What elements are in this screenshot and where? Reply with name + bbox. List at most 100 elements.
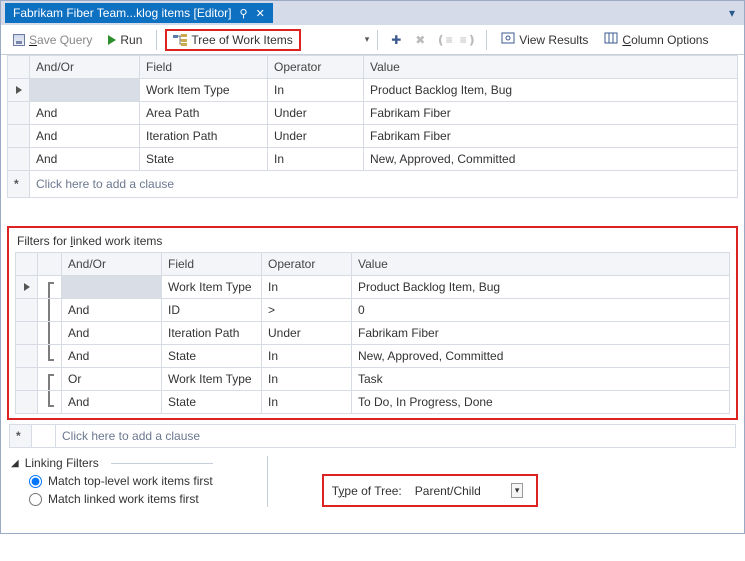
group-bracket: [38, 322, 62, 345]
cell-value[interactable]: Task: [352, 368, 730, 391]
cell-andor[interactable]: And: [62, 391, 162, 414]
linking-filters-title[interactable]: ◢ Linking Filters: [11, 456, 213, 470]
row-selector[interactable]: [16, 276, 38, 299]
hdr-andor[interactable]: And/Or: [30, 56, 140, 79]
hdr-andor[interactable]: And/Or: [62, 253, 162, 276]
clause-row[interactable]: Or Work Item Type In Task: [16, 368, 730, 391]
radio-match-linked-input[interactable]: [29, 493, 42, 506]
cell-operator[interactable]: Under: [262, 322, 352, 345]
cell-andor[interactable]: [62, 276, 162, 299]
radio-match-linked-label: Match linked work items first: [48, 492, 199, 506]
cell-value[interactable]: New, Approved, Committed: [364, 148, 738, 171]
new-row-marker: *: [10, 425, 32, 448]
cell-field[interactable]: Work Item Type: [140, 79, 268, 102]
cell-field[interactable]: ID: [162, 299, 262, 322]
cell-value[interactable]: Product Backlog Item, Bug: [352, 276, 730, 299]
clause-row[interactable]: And Area Path Under Fabrikam Fiber: [8, 102, 738, 125]
cell-andor[interactable]: And: [30, 148, 140, 171]
radio-match-linked[interactable]: Match linked work items first: [29, 492, 213, 506]
clause-row[interactable]: And State In New, Approved, Committed: [16, 345, 730, 368]
cell-andor[interactable]: And: [62, 299, 162, 322]
play-icon: [108, 35, 116, 45]
editor-tab[interactable]: Fabrikam Fiber Team...klog items [Editor…: [5, 3, 273, 23]
ungroup-clause-button[interactable]: ≡❫: [458, 30, 478, 50]
cell-operator[interactable]: In: [262, 368, 352, 391]
hdr-value[interactable]: Value: [352, 253, 730, 276]
cell-value[interactable]: Product Backlog Item, Bug: [364, 79, 738, 102]
cell-field[interactable]: Work Item Type: [162, 368, 262, 391]
group-bracket: [38, 368, 62, 391]
add-clause-hint[interactable]: Click here to add a clause: [30, 171, 738, 198]
header-row: And/Or Field Operator Value: [8, 56, 738, 79]
cell-field[interactable]: Iteration Path: [140, 125, 268, 148]
group-bracket: [38, 276, 62, 299]
cell-operator[interactable]: Under: [268, 125, 364, 148]
cell-value[interactable]: Fabrikam Fiber: [364, 125, 738, 148]
cell-operator[interactable]: In: [268, 79, 364, 102]
hdr-operator[interactable]: Operator: [268, 56, 364, 79]
row-selector[interactable]: [8, 148, 30, 171]
cell-andor[interactable]: And: [30, 125, 140, 148]
cell-andor[interactable]: And: [30, 102, 140, 125]
cell-field[interactable]: State: [162, 345, 262, 368]
group-bracket: [38, 391, 62, 414]
tab-overflow-button[interactable]: ▾: [724, 5, 740, 21]
cell-field[interactable]: State: [140, 148, 268, 171]
row-selector[interactable]: [8, 102, 30, 125]
hdr-value[interactable]: Value: [364, 56, 738, 79]
cell-operator[interactable]: In: [262, 391, 352, 414]
clause-row[interactable]: And Iteration Path Under Fabrikam Fiber: [16, 322, 730, 345]
add-clause-row[interactable]: * Click here to add a clause: [8, 171, 738, 198]
clause-row[interactable]: And State In New, Approved, Committed: [8, 148, 738, 171]
cell-field[interactable]: Iteration Path: [162, 322, 262, 345]
add-clause-row[interactable]: * Click here to add a clause: [10, 425, 736, 448]
cell-andor[interactable]: And: [62, 322, 162, 345]
group-clause-button[interactable]: ❪≡: [434, 30, 454, 50]
cell-andor[interactable]: And: [62, 345, 162, 368]
cell-operator[interactable]: Under: [268, 102, 364, 125]
radio-match-top-input[interactable]: [29, 475, 42, 488]
cell-operator[interactable]: In: [262, 345, 352, 368]
close-icon[interactable]: ✕: [256, 7, 265, 20]
tree-mode-dropdown[interactable]: ▾: [365, 34, 370, 45]
cell-operator[interactable]: >: [262, 299, 352, 322]
cell-value[interactable]: To Do, In Progress, Done: [352, 391, 730, 414]
cell-field[interactable]: Work Item Type: [162, 276, 262, 299]
top-filter-grid: And/Or Field Operator Value Work Item Ty…: [7, 55, 738, 198]
vertical-separator: [267, 456, 268, 507]
clause-row[interactable]: And Iteration Path Under Fabrikam Fiber: [8, 125, 738, 148]
row-selector[interactable]: [8, 125, 30, 148]
radio-match-top[interactable]: Match top-level work items first: [29, 474, 213, 488]
hdr-operator[interactable]: Operator: [262, 253, 352, 276]
remove-clause-button[interactable]: ✖: [410, 30, 430, 50]
clause-row[interactable]: Work Item Type In Product Backlog Item, …: [16, 276, 730, 299]
column-options-button[interactable]: Column Options: [598, 29, 714, 50]
view-results-button[interactable]: View Results: [495, 29, 594, 50]
cell-field[interactable]: State: [162, 391, 262, 414]
cell-field[interactable]: Area Path: [140, 102, 268, 125]
cell-value[interactable]: New, Approved, Committed: [352, 345, 730, 368]
add-clause-hint[interactable]: Click here to add a clause: [56, 425, 736, 448]
clause-row[interactable]: And State In To Do, In Progress, Done: [16, 391, 730, 414]
cell-operator[interactable]: In: [262, 276, 352, 299]
add-clause-button[interactable]: ✚: [386, 30, 406, 50]
cell-operator[interactable]: In: [268, 148, 364, 171]
clause-row[interactable]: And ID > 0: [16, 299, 730, 322]
linked-clauses-table: And/Or Field Operator Value Work Item Ty…: [15, 252, 730, 414]
save-query-button[interactable]: Save Query: [7, 31, 98, 49]
tab-bar: Fabrikam Fiber Team...klog items [Editor…: [1, 1, 744, 25]
hdr-field[interactable]: Field: [162, 253, 262, 276]
hdr-field[interactable]: Field: [140, 56, 268, 79]
cell-andor[interactable]: [30, 79, 140, 102]
tree-of-work-items-button[interactable]: Tree of Work Items: [165, 29, 300, 51]
cell-value[interactable]: Fabrikam Fiber: [364, 102, 738, 125]
cell-value[interactable]: 0: [352, 299, 730, 322]
clause-row[interactable]: Work Item Type In Product Backlog Item, …: [8, 79, 738, 102]
pin-icon[interactable]: ⚲: [240, 7, 248, 20]
tree-type-select[interactable]: Parent/Child ▾: [410, 480, 529, 501]
cell-value[interactable]: Fabrikam Fiber: [352, 322, 730, 345]
run-button[interactable]: Run: [102, 31, 148, 49]
cell-andor[interactable]: Or: [62, 368, 162, 391]
row-selector[interactable]: [8, 79, 30, 102]
tree-type-value: Parent/Child: [415, 484, 481, 498]
